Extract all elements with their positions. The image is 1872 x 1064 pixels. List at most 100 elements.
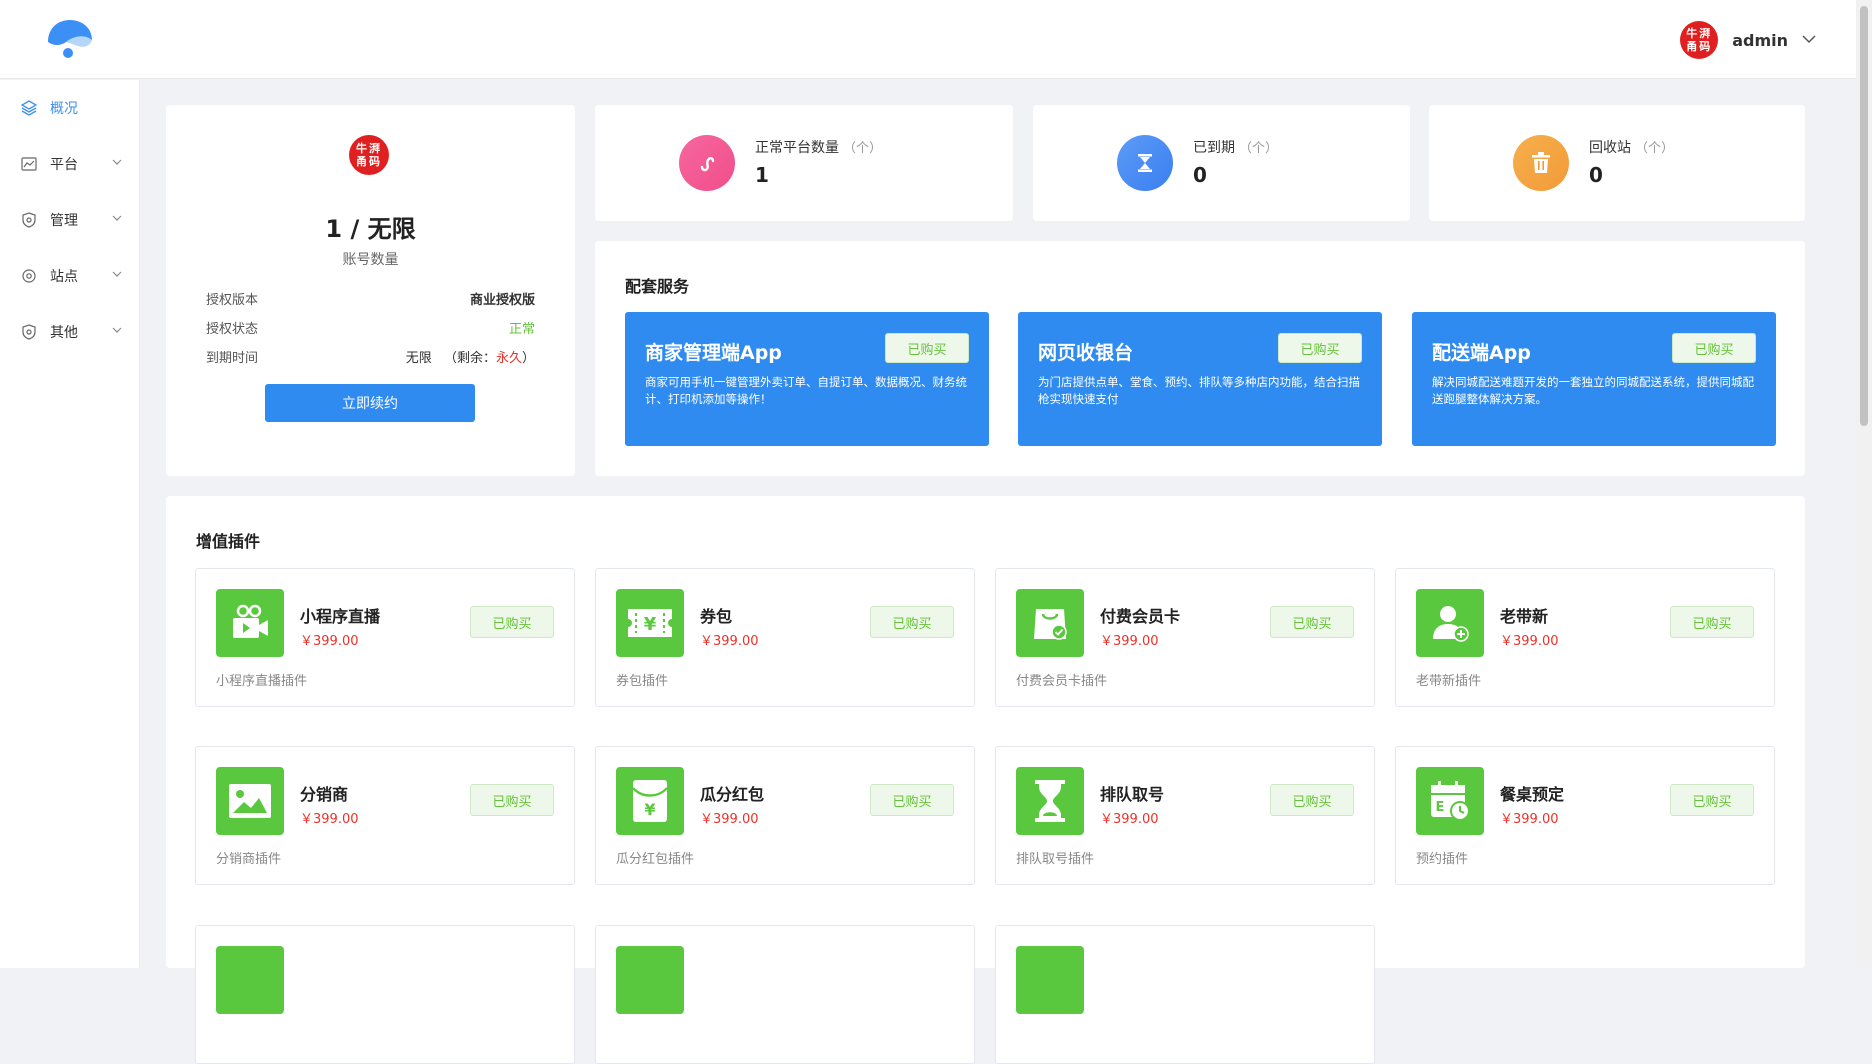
plugin-desc: 券包插件 [616, 674, 669, 689]
stat-label-text: 正常平台数量 [755, 140, 839, 156]
purchased-button[interactable]: 已购买 [870, 606, 954, 638]
plugin-name: 餐桌预定 [1500, 785, 1565, 804]
stat-card-platforms: 正常平台数量 （个） 1 [595, 105, 1013, 221]
shield-icon [20, 211, 38, 229]
plugin-price: ￥399.00 [1100, 634, 1159, 649]
purchased-button[interactable]: 已购买 [1270, 784, 1354, 816]
logo[interactable] [44, 18, 96, 62]
license-status-row: 授权状态 正常 [206, 318, 535, 337]
red-packet-icon: ¥ [616, 767, 684, 835]
license-version-value: 商业授权版 [469, 293, 535, 308]
plugin-card[interactable] [595, 925, 975, 1064]
purchased-button[interactable]: 已购买 [1670, 784, 1754, 816]
stat-label-text: 回收站 [1589, 140, 1631, 156]
service-web-cashier[interactable]: 网页收银台 为门店提供点单、堂食、预约、排队等多种店内功能，结合扫描枪实现快速支… [1018, 312, 1382, 446]
remain-prefix: （剩余： [443, 351, 496, 366]
stat-value: 0 [1193, 163, 1207, 187]
service-title: 商家管理端App [645, 342, 782, 364]
calendar-clock-icon: E [1416, 767, 1484, 835]
scrollbar[interactable] [1856, 0, 1872, 968]
license-version-label: 授权版本 [206, 293, 259, 308]
plugin-price: ￥399.00 [700, 634, 759, 649]
plugin-name: 老带新 [1500, 607, 1549, 626]
coupon-icon: ¥ [616, 589, 684, 657]
svg-text:¥: ¥ [644, 614, 657, 635]
service-merchant-app[interactable]: 商家管理端App 商家可用手机一键管理外卖订单、自提订单、数据概况、财务统计、打… [625, 312, 989, 446]
plugin-icon [1016, 946, 1084, 1014]
account-count: 1 / 无限 [325, 215, 416, 243]
sidebar-item-label: 概况 [50, 101, 78, 117]
account-count-label: 账号数量 [342, 252, 399, 268]
purchased-button[interactable]: 已购买 [470, 606, 554, 638]
plugin-card[interactable]: 老带新 ￥399.00 老带新插件 已购买 [1395, 568, 1775, 707]
plugin-card[interactable]: E 餐桌预定 ￥399.00 预约插件 已购买 [1395, 746, 1775, 885]
plugin-icon [616, 946, 684, 1014]
plugin-price: ￥399.00 [300, 634, 359, 649]
service-desc: 为门店提供点单、堂食、预约、排队等多种店内功能，结合扫描枪实现快速支付 [1038, 375, 1360, 406]
plugin-card[interactable]: 分销商 ￥399.00 分销商插件 已购买 [195, 746, 575, 885]
stat-unit: （个） [1635, 141, 1675, 156]
avatar[interactable]: 牛湃甬码 [1680, 21, 1719, 59]
chevron-down-icon[interactable] [1802, 33, 1816, 47]
svg-text:E: E [1436, 800, 1445, 815]
plugins-card: 增值插件 小程序直播 ￥399.00 小程序直播插件 已购买 ¥ 券包 ￥399… [166, 496, 1805, 1064]
plugin-price: ￥399.00 [1500, 634, 1559, 649]
sidebar-item-label: 站点 [50, 269, 78, 285]
license-expire-value: 无限 （剩余：永久） [406, 347, 535, 366]
plugin-desc: 小程序直播插件 [216, 674, 308, 689]
plugin-name: 瓜分红包 [700, 785, 765, 804]
license-version-row: 授权版本 商业授权版 [206, 289, 535, 308]
purchased-button[interactable]: 已购买 [1270, 606, 1354, 638]
gear-icon [20, 267, 38, 285]
purchased-button[interactable]: 已购买 [885, 333, 969, 363]
mini-program-icon [679, 135, 735, 191]
plugin-card[interactable]: ¥ 券包 ￥399.00 券包插件 已购买 [595, 568, 975, 707]
sidebar-item-manage[interactable]: 管理 [0, 192, 139, 248]
renew-button[interactable]: 立即续约 [265, 384, 475, 422]
purchased-button[interactable]: 已购买 [870, 784, 954, 816]
stat-value: 1 [755, 163, 769, 187]
plugin-card[interactable]: 排队取号 ￥399.00 排队取号插件 已购买 [995, 746, 1375, 885]
sidebar: 概况 平台 管理 站点 其他 [0, 80, 140, 968]
license-expire-row: 到期时间 无限 （剩余：永久） [206, 347, 535, 366]
chevron-down-icon [111, 268, 125, 282]
scrollbar-thumb[interactable] [1860, 6, 1868, 426]
sidebar-item-overview[interactable]: 概况 [0, 80, 139, 136]
sidebar-item-label: 管理 [50, 213, 78, 229]
service-delivery-app[interactable]: 配送端App 解决同城配送难题开发的一套独立的同城配送系统，提供同城配送跑腿整体… [1412, 312, 1776, 446]
stat-value: 0 [1589, 163, 1603, 187]
plugin-price: ￥399.00 [1100, 812, 1159, 827]
purchased-button[interactable]: 已购买 [470, 784, 554, 816]
top-bar: 牛湃甬码 admin [0, 0, 1856, 79]
plugin-icon [216, 946, 284, 1014]
plugin-card[interactable] [995, 925, 1375, 1064]
plugin-name: 券包 [700, 607, 733, 626]
plugin-card[interactable]: 小程序直播 ￥399.00 小程序直播插件 已购买 [195, 568, 575, 707]
plugin-desc: 预约插件 [1416, 852, 1469, 867]
plugin-name: 分销商 [300, 785, 349, 804]
sidebar-item-platform[interactable]: 平台 [0, 136, 139, 192]
stat-unit: （个） [1239, 141, 1279, 156]
stat-label: 回收站 （个） [1589, 137, 1674, 157]
services-title: 配套服务 [625, 277, 690, 296]
license-expire-label: 到期时间 [206, 351, 259, 366]
username[interactable]: admin [1732, 31, 1788, 50]
purchased-button[interactable]: 已购买 [1670, 606, 1754, 638]
purchased-button[interactable]: 已购买 [1672, 333, 1756, 363]
plugin-desc: 付费会员卡插件 [1016, 674, 1108, 689]
stat-label: 正常平台数量 （个） [755, 137, 882, 157]
purchased-button[interactable]: 已购买 [1278, 333, 1362, 363]
sidebar-item-other[interactable]: 其他 [0, 304, 139, 360]
sidebar-item-site[interactable]: 站点 [0, 248, 139, 304]
plugin-card[interactable]: ¥ 瓜分红包 ￥399.00 瓜分红包插件 已购买 [595, 746, 975, 885]
trash-icon [1513, 135, 1569, 191]
hourglass-icon [1016, 767, 1084, 835]
license-status-value: 正常 [508, 322, 535, 337]
user-menu[interactable]: 牛湃甬码 admin [1680, 21, 1816, 59]
chevron-down-icon [111, 156, 125, 170]
plugin-desc: 分销商插件 [216, 852, 282, 867]
plugin-card[interactable]: 付费会员卡 ￥399.00 付费会员卡插件 已购买 [995, 568, 1375, 707]
plugin-card[interactable] [195, 925, 575, 1064]
chevron-down-icon [111, 212, 125, 226]
sidebar-item-label: 平台 [50, 157, 78, 173]
